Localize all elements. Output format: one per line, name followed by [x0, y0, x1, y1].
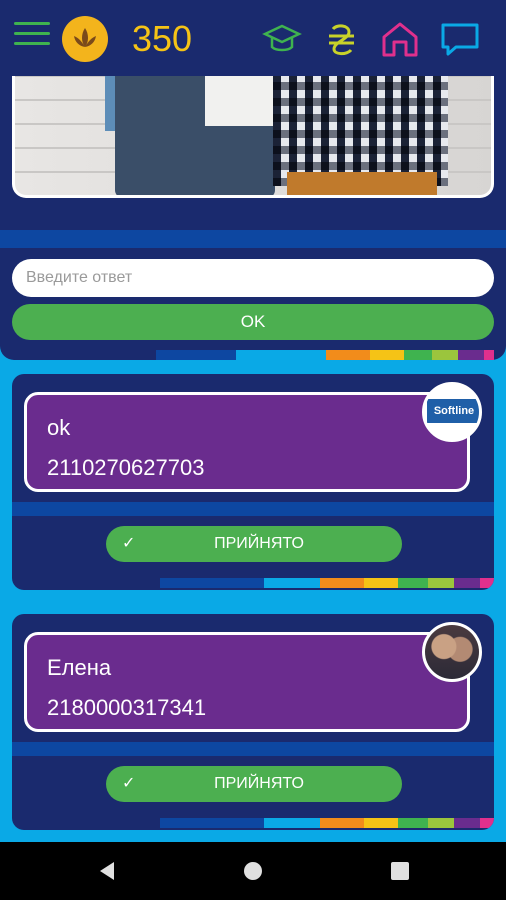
lotus-coin-icon	[62, 16, 108, 62]
avatar-label: Softline	[427, 399, 479, 423]
menu-icon[interactable]	[14, 20, 50, 56]
check-icon: ✓	[122, 775, 136, 792]
hryvnia-icon[interactable]	[322, 20, 362, 58]
check-icon: ✓	[122, 535, 136, 552]
answer-author: Елена	[47, 655, 112, 680]
system-nav-bar	[0, 842, 506, 900]
divider-band	[12, 502, 494, 516]
avatar[interactable]: Softline	[422, 382, 482, 442]
answer-bubble: Елена 2180000317341	[24, 632, 470, 732]
accepted-label: ПРИЙНЯТО	[214, 535, 304, 552]
graduation-cap-icon[interactable]	[262, 20, 302, 58]
home-icon[interactable]	[380, 20, 420, 58]
accepted-button[interactable]: ✓ ПРИЙНЯТО	[106, 526, 402, 562]
accepted-label: ПРИЙНЯТО	[214, 775, 304, 792]
answer-card: ok 2110270627703 Softline ✓ ПРИЙНЯТО	[12, 374, 494, 590]
divider-band	[0, 230, 506, 248]
divider-band	[12, 742, 494, 756]
question-image	[12, 76, 494, 198]
back-icon[interactable]	[96, 859, 120, 883]
answer-card: Елена 2180000317341 ✓ ПРИЙНЯТО	[12, 614, 494, 830]
chat-icon[interactable]	[440, 20, 480, 58]
answer-author: ok	[47, 415, 71, 440]
recents-icon[interactable]	[388, 859, 412, 883]
user-photo	[425, 625, 479, 679]
answer-input[interactable]	[12, 259, 494, 297]
answer-bubble: ok 2110270627703	[24, 392, 470, 492]
home-circle-icon[interactable]	[241, 859, 265, 883]
color-bar	[156, 350, 494, 360]
avatar[interactable]	[422, 622, 482, 682]
answer-code: 2180000317341	[47, 695, 207, 720]
ok-button[interactable]: OK	[12, 304, 494, 340]
top-bar: 350	[0, 0, 506, 76]
points-counter: 350	[132, 18, 193, 59]
answer-code: 2110270627703	[47, 455, 205, 480]
color-bar	[160, 578, 494, 588]
accepted-button[interactable]: ✓ ПРИЙНЯТО	[106, 766, 402, 802]
color-bar	[160, 818, 494, 828]
